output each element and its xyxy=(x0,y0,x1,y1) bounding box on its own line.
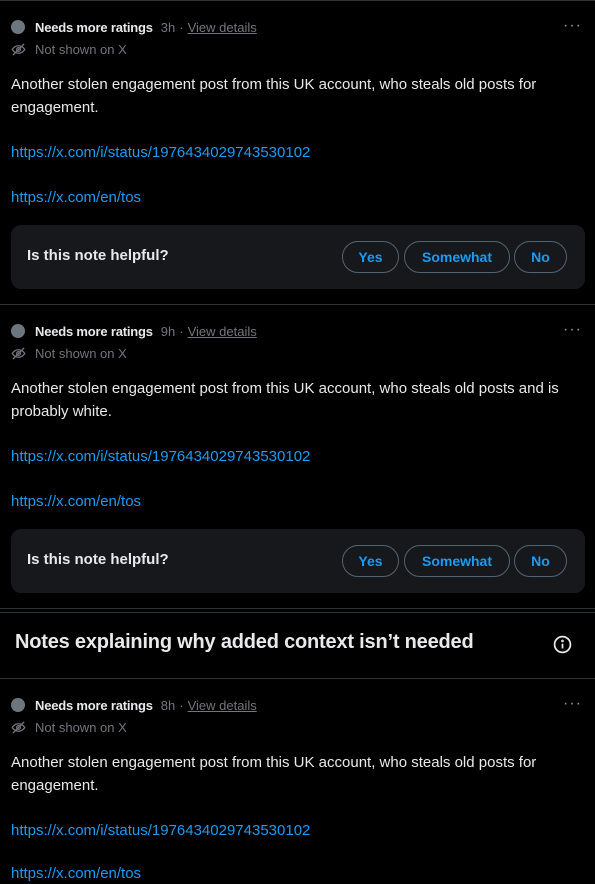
note-card: Needs more ratings 9h · View details ···… xyxy=(0,304,595,609)
status-dot-icon xyxy=(11,698,25,712)
eye-slash-icon xyxy=(11,346,26,360)
note-link-status[interactable]: https://x.com/i/status/19764340297435301… xyxy=(11,447,310,467)
helpful-prompt: Is this note helpful? Yes Somewhat No xyxy=(11,529,585,593)
visibility-label: Not shown on X xyxy=(35,719,127,735)
note-body: Another stolen engagement post from this… xyxy=(11,380,559,420)
no-button[interactable]: No xyxy=(514,545,567,577)
status-dot-icon xyxy=(11,324,25,338)
view-details-link[interactable]: View details xyxy=(188,20,257,35)
note-link-status[interactable]: https://x.com/i/status/19764340297435301… xyxy=(11,821,310,841)
note-visibility: Not shown on X xyxy=(11,344,127,362)
info-icon[interactable] xyxy=(553,635,572,654)
note-status: Needs more ratings xyxy=(35,19,153,35)
note-visibility: Not shown on X xyxy=(11,718,127,736)
note-link-tos[interactable]: https://x.com/en/tos xyxy=(11,188,141,208)
note-header: Needs more ratings 9h · View details xyxy=(11,321,257,341)
separator: · xyxy=(179,323,184,339)
visibility-label: Not shown on X xyxy=(35,41,127,57)
note-status: Needs more ratings xyxy=(35,323,153,339)
yes-button[interactable]: Yes xyxy=(342,545,399,577)
separator: · xyxy=(179,697,184,713)
more-options-icon[interactable]: ··· xyxy=(563,322,582,338)
note-link-tos[interactable]: https://x.com/en/tos xyxy=(11,492,141,512)
eye-slash-icon xyxy=(11,720,26,734)
section-title: Notes explaining why added context isn’t… xyxy=(15,631,474,653)
section-divider xyxy=(0,608,595,609)
note-visibility: Not shown on X xyxy=(11,40,127,58)
note-timestamp: 3h xyxy=(160,19,176,35)
yes-button[interactable]: Yes xyxy=(342,241,399,273)
note-header: Needs more ratings 3h · View details xyxy=(11,17,257,37)
note-status: Needs more ratings xyxy=(35,697,153,713)
view-details-link[interactable]: View details xyxy=(188,324,257,339)
note-timestamp: 8h xyxy=(160,697,176,713)
helpful-question: Is this note helpful? xyxy=(27,247,169,264)
note-header: Needs more ratings 8h · View details xyxy=(11,695,257,715)
somewhat-button[interactable]: Somewhat xyxy=(404,545,510,577)
note-body: Another stolen engagement post from this… xyxy=(11,76,537,116)
note-timestamp: 9h xyxy=(160,323,176,339)
note-card: Needs more ratings 8h · View details ···… xyxy=(0,678,595,884)
eye-slash-icon xyxy=(11,42,26,56)
note-body: Another stolen engagement post from this… xyxy=(11,754,537,794)
visibility-label: Not shown on X xyxy=(35,345,127,361)
view-details-link[interactable]: View details xyxy=(188,698,257,713)
separator: · xyxy=(179,19,184,35)
no-button[interactable]: No xyxy=(514,241,567,273)
more-options-icon[interactable]: ··· xyxy=(563,696,582,712)
section-divider xyxy=(0,612,595,613)
note-link-status[interactable]: https://x.com/i/status/19764340297435301… xyxy=(11,143,310,163)
helpful-question: Is this note helpful? xyxy=(27,551,169,568)
more-options-icon[interactable]: ··· xyxy=(563,18,582,34)
helpful-prompt: Is this note helpful? Yes Somewhat No xyxy=(11,225,585,289)
note-card: Needs more ratings 3h · View details ···… xyxy=(0,0,595,305)
note-link-tos[interactable]: https://x.com/en/tos xyxy=(11,864,141,884)
status-dot-icon xyxy=(11,20,25,34)
somewhat-button[interactable]: Somewhat xyxy=(404,241,510,273)
